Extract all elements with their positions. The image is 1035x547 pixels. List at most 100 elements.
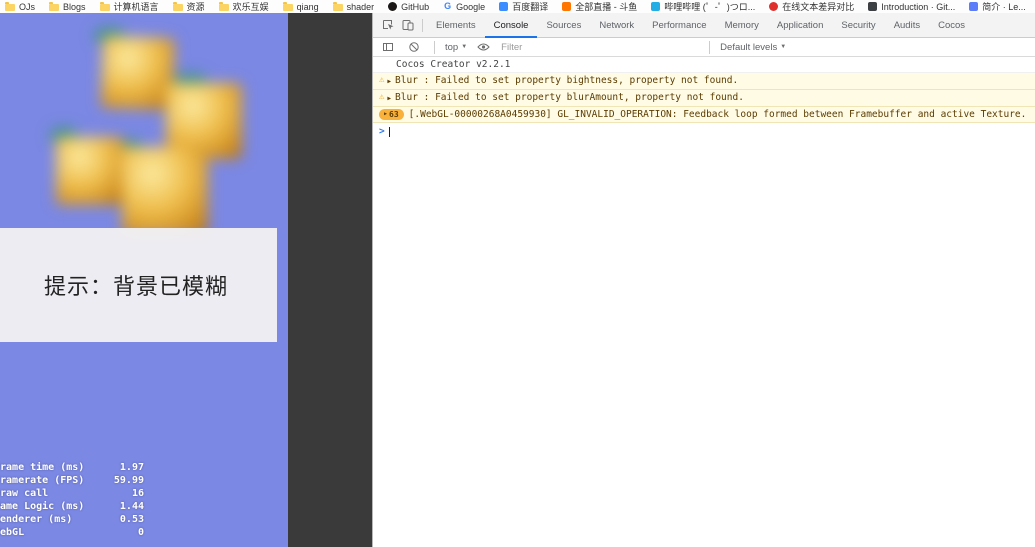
bookmark-item[interactable]: 简介 · Le...: [969, 0, 1026, 13]
warning-icon: ⚠: [379, 75, 385, 85]
profiler-stat-row: Game Logic (ms) 1.44: [0, 500, 144, 513]
bookmark-item[interactable]: shader: [332, 1, 375, 12]
douyu-icon: [562, 2, 572, 11]
profiler-stat-value: 0.53: [119, 514, 144, 525]
console-message-text: Blur : Failed to set property blurAmount…: [395, 92, 744, 103]
console-output: Cocos Creator v2.2.1 ⚠ ▶ Blur : Failed to s…: [373, 57, 1035, 547]
bookmark-label: 欢乐互娱: [232, 2, 269, 12]
bookmark-label: 资源: [186, 2, 205, 12]
divider: [422, 18, 423, 32]
tab-application[interactable]: Application: [768, 13, 832, 37]
bookmark-label: Introduction · Git...: [881, 1, 956, 12]
toggle-device-toolbar-icon[interactable]: [398, 16, 418, 34]
hint-text: 提示：背景已模糊: [44, 274, 229, 299]
bookmark-item[interactable]: OJs: [5, 1, 35, 12]
game-canvas[interactable]: 提示：背景已模糊 Frame time (ms) 1.97 Framerate (F…: [0, 13, 288, 547]
tab-audits[interactable]: Audits: [885, 13, 929, 37]
hint-dialog: 提示：背景已模糊: [0, 228, 277, 342]
live-expression-eye-icon[interactable]: [473, 38, 493, 56]
folder-icon: [218, 1, 229, 11]
bookmark-label: 百度翻译: [512, 2, 549, 12]
profiler-stat-row: Frame time (ms) 1.97: [0, 461, 144, 474]
tab-console[interactable]: Console: [484, 13, 538, 38]
blurred-tile: [122, 147, 208, 235]
profiler-stat-label: Game Logic (ms): [0, 501, 85, 512]
divider: [434, 40, 435, 54]
profiler-stat-label: Framerate (FPS): [0, 475, 85, 486]
chevron-down-icon: ▼: [780, 44, 787, 50]
baidu-translate-icon: [499, 2, 509, 11]
bookmark-label: 计算机语言: [113, 2, 159, 12]
bookmark-item[interactable]: 计算机语言: [99, 0, 159, 13]
bookmark-item[interactable]: 在线文本差异对比: [769, 0, 854, 13]
tab-sources[interactable]: Sources: [537, 13, 590, 37]
tab-memory[interactable]: Memory: [716, 13, 768, 37]
bookmark-item[interactable]: Introduction · Git...: [868, 2, 955, 12]
bookmark-item[interactable]: 欢乐互娱: [218, 0, 269, 13]
tab-network[interactable]: Network: [590, 13, 643, 37]
profiler-stat-label: Frame time (ms): [0, 462, 85, 473]
prompt-chevron-icon: >: [379, 126, 385, 137]
console-message[interactable]: ⚠ ▶ Blur : Failed to set property bightnes…: [373, 73, 1035, 90]
inspect-element-icon[interactable]: [378, 16, 398, 34]
bookmark-label: qiang: [296, 1, 319, 12]
bookmark-item[interactable]: 哔哩哔哩 (゜-゜)つロ...: [651, 0, 755, 13]
tab-cocos[interactable]: Cocos: [929, 13, 974, 37]
console-message[interactable]: ▶ 63 [.WebGL-00000268A0459930] GL_INVALID_…: [373, 107, 1035, 123]
console-toolbar: top ▼ Default levels ▼: [373, 38, 1035, 57]
bookmark-item[interactable]: G Google: [443, 2, 485, 12]
expand-arrow-icon: ▶: [384, 111, 388, 117]
console-message[interactable]: Cocos Creator v2.2.1: [373, 57, 1035, 73]
bookmark-item[interactable]: 资源: [172, 0, 205, 13]
console-message[interactable]: ⚠ ▶ Blur : Failed to set property blurAmou…: [373, 90, 1035, 107]
warning-icon: ⚠: [379, 92, 385, 102]
tab-elements[interactable]: Elements: [427, 13, 485, 37]
profiler-stat-value: 1.44: [119, 501, 144, 512]
levels-label: Default levels: [720, 41, 778, 53]
text-caret: [388, 126, 390, 137]
repeat-count-badge: ▶ 63: [379, 109, 404, 120]
clear-console-icon[interactable]: [404, 38, 424, 56]
text-diff-icon: [769, 2, 779, 11]
bookmark-item[interactable]: 百度翻译: [499, 0, 548, 13]
devtools-tab-bar: Elements Console Sources Network Performance…: [373, 13, 1035, 38]
page-background: [288, 13, 372, 547]
expand-arrow-icon[interactable]: ▶: [387, 76, 391, 87]
git-book-icon: [868, 2, 878, 11]
profiler-stat-value: 0: [137, 527, 144, 538]
tab-performance[interactable]: Performance: [643, 13, 715, 37]
expand-arrow-icon[interactable]: ▶: [387, 93, 391, 104]
bookmark-label: Google: [456, 1, 486, 12]
profiler-stat-label: Draw call: [0, 488, 49, 499]
profiler-stat-value: 59.99: [113, 475, 144, 486]
folder-icon: [172, 1, 183, 11]
execution-context-selector[interactable]: top ▼: [445, 42, 467, 53]
console-prompt[interactable]: >: [373, 123, 1035, 140]
console-filter-input[interactable]: [499, 40, 700, 54]
folder-icon: [282, 1, 293, 11]
console-sidebar-icon[interactable]: [378, 38, 398, 56]
blurred-tile: [56, 137, 124, 205]
bookmark-item[interactable]: Blogs: [49, 1, 86, 12]
profiler-stats: Frame time (ms)1.97Framerate (FPS)59.99D…: [0, 461, 144, 539]
bookmark-item[interactable]: 全部直播 - 斗鱼: [562, 0, 637, 13]
bookmark-label: shader: [346, 1, 375, 12]
bookmark-item[interactable]: GitHub: [388, 2, 429, 12]
learn-doc-icon: [969, 2, 979, 11]
folder-icon: [332, 1, 343, 11]
profiler-stat-row: Draw call 16: [0, 487, 144, 500]
bookmark-label: 哔哩哔哩 (゜-゜)つロ...: [664, 2, 756, 12]
blurred-background-sprites: [50, 25, 255, 243]
folder-icon: [49, 1, 60, 11]
log-levels-dropdown[interactable]: Default levels ▼: [720, 42, 786, 53]
profiler-stat-value: 1.97: [119, 462, 144, 473]
console-message-text: [.WebGL-00000268A0459930] GL_INVALID_OPE…: [408, 109, 1027, 120]
bookmark-label: Blogs: [63, 1, 86, 12]
profiler-stat-row: WebGL 0: [0, 526, 144, 539]
bookmark-label: 全部直播 - 斗鱼: [575, 2, 638, 12]
folder-icon: [5, 1, 15, 11]
github-icon: [388, 2, 398, 11]
chevron-down-icon: ▼: [461, 44, 468, 50]
bookmark-item[interactable]: qiang: [282, 1, 319, 12]
tab-security[interactable]: Security: [832, 13, 884, 37]
